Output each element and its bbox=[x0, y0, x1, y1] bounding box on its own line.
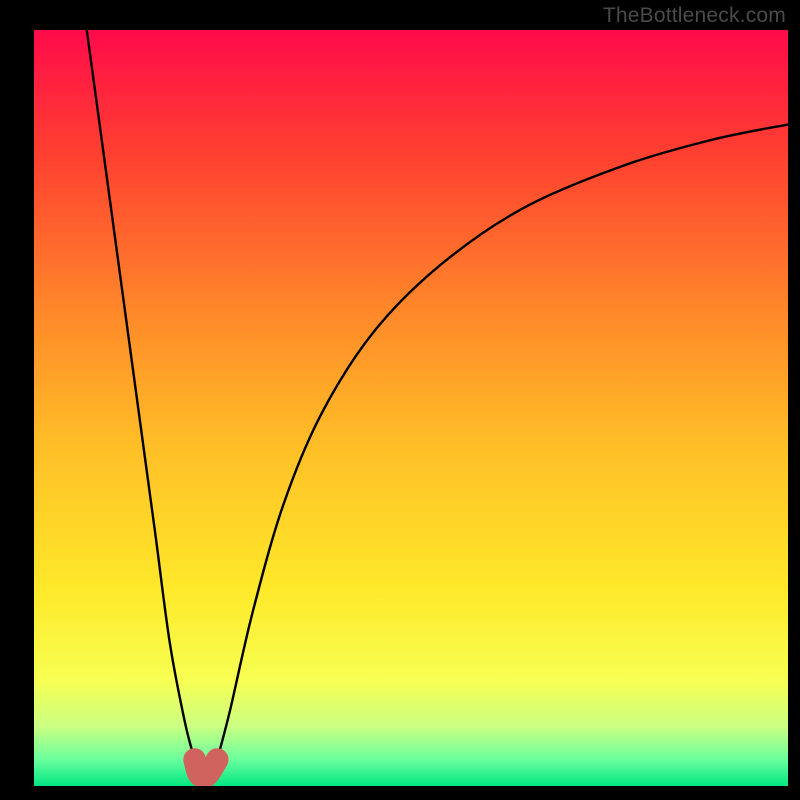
chart-svg bbox=[34, 30, 788, 786]
valley-marker bbox=[195, 760, 218, 777]
chart-background bbox=[34, 30, 788, 786]
chart-plot-area bbox=[34, 30, 788, 786]
chart-frame: TheBottleneck.com bbox=[0, 0, 800, 800]
watermark-text: TheBottleneck.com bbox=[603, 4, 786, 28]
